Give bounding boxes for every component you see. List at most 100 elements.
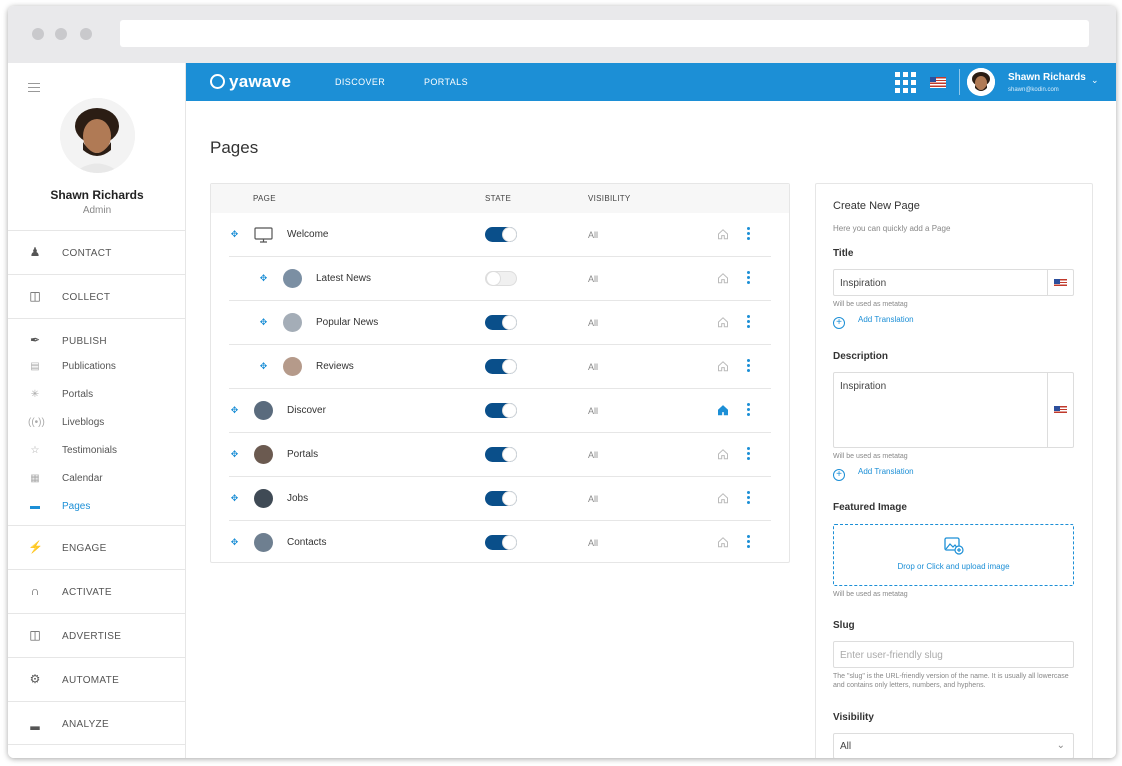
state-toggle[interactable] [485,535,517,550]
window-minimize-dot[interactable] [55,28,67,40]
drag-handle-icon[interactable]: ✥ [229,229,240,240]
visibility-value: All [588,362,599,372]
home-icon[interactable] [717,404,729,416]
top-navbar: yawave DISCOVER PORTALS Shawn Richards s… [186,63,1116,101]
home-icon[interactable] [717,228,729,240]
sidebar-item-activate[interactable]: ∩ ACTIVATE [8,569,186,613]
state-toggle[interactable] [485,491,517,506]
title-input[interactable]: Inspiration [833,269,1074,296]
collect-icon: ◫ [29,289,41,303]
add-translation-button[interactable]: + Add Translation [833,467,914,481]
state-toggle[interactable] [485,227,517,242]
window-close-dot[interactable] [32,28,44,40]
state-toggle[interactable] [485,315,517,330]
drag-handle-icon[interactable]: ✥ [258,317,269,328]
chevron-down-icon[interactable]: ⌄ [1091,75,1099,86]
language-selector[interactable] [1047,270,1073,295]
drag-handle-icon[interactable]: ✥ [258,273,269,284]
table-row[interactable]: ✥ Discover All [229,389,771,433]
state-toggle[interactable] [485,271,517,286]
visibility-select[interactable]: All ⌄ [833,733,1074,758]
slug-input[interactable]: Enter user-friendly slug [833,641,1074,668]
testimonials-icon: ☆ [30,445,40,456]
more-options-icon[interactable] [747,447,751,461]
pages-table: PAGE STATE VISIBILITY ✥ Welcome All ✥ Latest… [210,183,790,563]
sidebar-item-testimonials[interactable]: ☆ Testimonials [8,439,186,463]
sidebar-item-label: Pages [62,501,91,512]
home-icon[interactable] [717,316,729,328]
address-bar[interactable] [120,20,1089,47]
visibility-value: All [588,318,599,328]
table-row[interactable]: ✥ Reviews All [229,345,771,389]
sidebar-item-label: Calendar [62,473,103,484]
avatar[interactable] [967,68,995,96]
more-options-icon[interactable] [747,403,751,417]
sidebar-item-label: ADVERTISE [62,631,122,642]
table-row[interactable]: ✥ Latest News All [229,257,771,301]
sidebar-item-publications[interactable]: ▤ Publications [8,355,186,379]
activate-icon: ∩ [30,584,40,598]
sidebar-item-calendar[interactable]: ▦ Calendar [8,467,186,491]
state-toggle[interactable] [485,403,517,418]
sidebar-item-pages[interactable]: ▬ Pages [8,495,186,519]
apps-grid-icon[interactable] [895,72,916,93]
table-row[interactable]: ✥ Contacts All [229,521,771,565]
sidebar-item-liveblogs[interactable]: ((•)) Liveblogs [8,411,186,435]
menu-icon[interactable] [28,83,40,95]
slug-label: Slug [833,620,855,631]
sidebar-item-portals[interactable]: ✳ Portals [8,383,186,407]
home-icon[interactable] [717,492,729,504]
table-row[interactable]: ✥ Welcome All [229,213,771,257]
avatar[interactable] [60,98,135,173]
nav-portals[interactable]: PORTALS [424,77,468,87]
state-toggle[interactable] [485,447,517,462]
home-icon[interactable] [717,448,729,460]
page-name[interactable]: Latest News [316,273,371,284]
page-name[interactable]: Portals [287,449,318,460]
more-options-icon[interactable] [747,535,751,549]
sidebar-item-collect[interactable]: ◫ COLLECT [8,274,186,318]
sidebar-item-automate[interactable]: ⚙ AUTOMATE [8,657,186,701]
sidebar-item-contact[interactable]: ♟ CONTACT [8,230,186,274]
publish-icon: ✒ [29,333,41,347]
page-name[interactable]: Welcome [287,229,329,240]
image-dropzone[interactable]: Drop or Click and upload image [833,524,1074,586]
us-flag-icon[interactable] [930,77,946,88]
sidebar-item-analyze[interactable]: ▂ ANALYZE [8,701,186,745]
sidebar-item-label: AUTOMATE [62,675,120,686]
drag-handle-icon[interactable]: ✥ [229,537,240,548]
visibility-value: All [588,230,599,240]
window-maximize-dot[interactable] [80,28,92,40]
home-icon[interactable] [717,272,729,284]
more-options-icon[interactable] [747,359,751,373]
sidebar-item-advertise[interactable]: ◫ ADVERTISE [8,613,186,657]
more-options-icon[interactable] [747,491,751,505]
table-row[interactable]: ✥ Portals All [229,433,771,477]
more-options-icon[interactable] [747,315,751,329]
home-icon[interactable] [717,360,729,372]
home-icon[interactable] [717,536,729,548]
page-name[interactable]: Jobs [287,493,308,504]
more-options-icon[interactable] [747,227,751,241]
engage-icon: ⚡ [28,540,43,554]
page-name[interactable]: Reviews [316,361,354,372]
page-name[interactable]: Contacts [287,537,326,548]
monitor-icon [254,227,273,243]
more-options-icon[interactable] [747,271,751,285]
add-translation-button[interactable]: + Add Translation [833,315,914,329]
table-row[interactable]: ✥ Jobs All [229,477,771,521]
drag-handle-icon[interactable]: ✥ [258,361,269,372]
page-name[interactable]: Popular News [316,317,378,328]
drag-handle-icon[interactable]: ✥ [229,493,240,504]
table-row[interactable]: ✥ Popular News All [229,301,771,345]
logo[interactable]: yawave [210,72,291,92]
description-textarea[interactable]: Inspiration [833,372,1074,448]
language-selector[interactable] [1047,373,1073,447]
sidebar-item-engage[interactable]: ⚡ ENGAGE [8,525,186,569]
drag-handle-icon[interactable]: ✥ [229,449,240,460]
topbar-user-name[interactable]: Shawn Richards [1008,72,1086,83]
page-name[interactable]: Discover [287,405,326,416]
nav-discover[interactable]: DISCOVER [335,77,385,87]
drag-handle-icon[interactable]: ✥ [229,405,240,416]
state-toggle[interactable] [485,359,517,374]
